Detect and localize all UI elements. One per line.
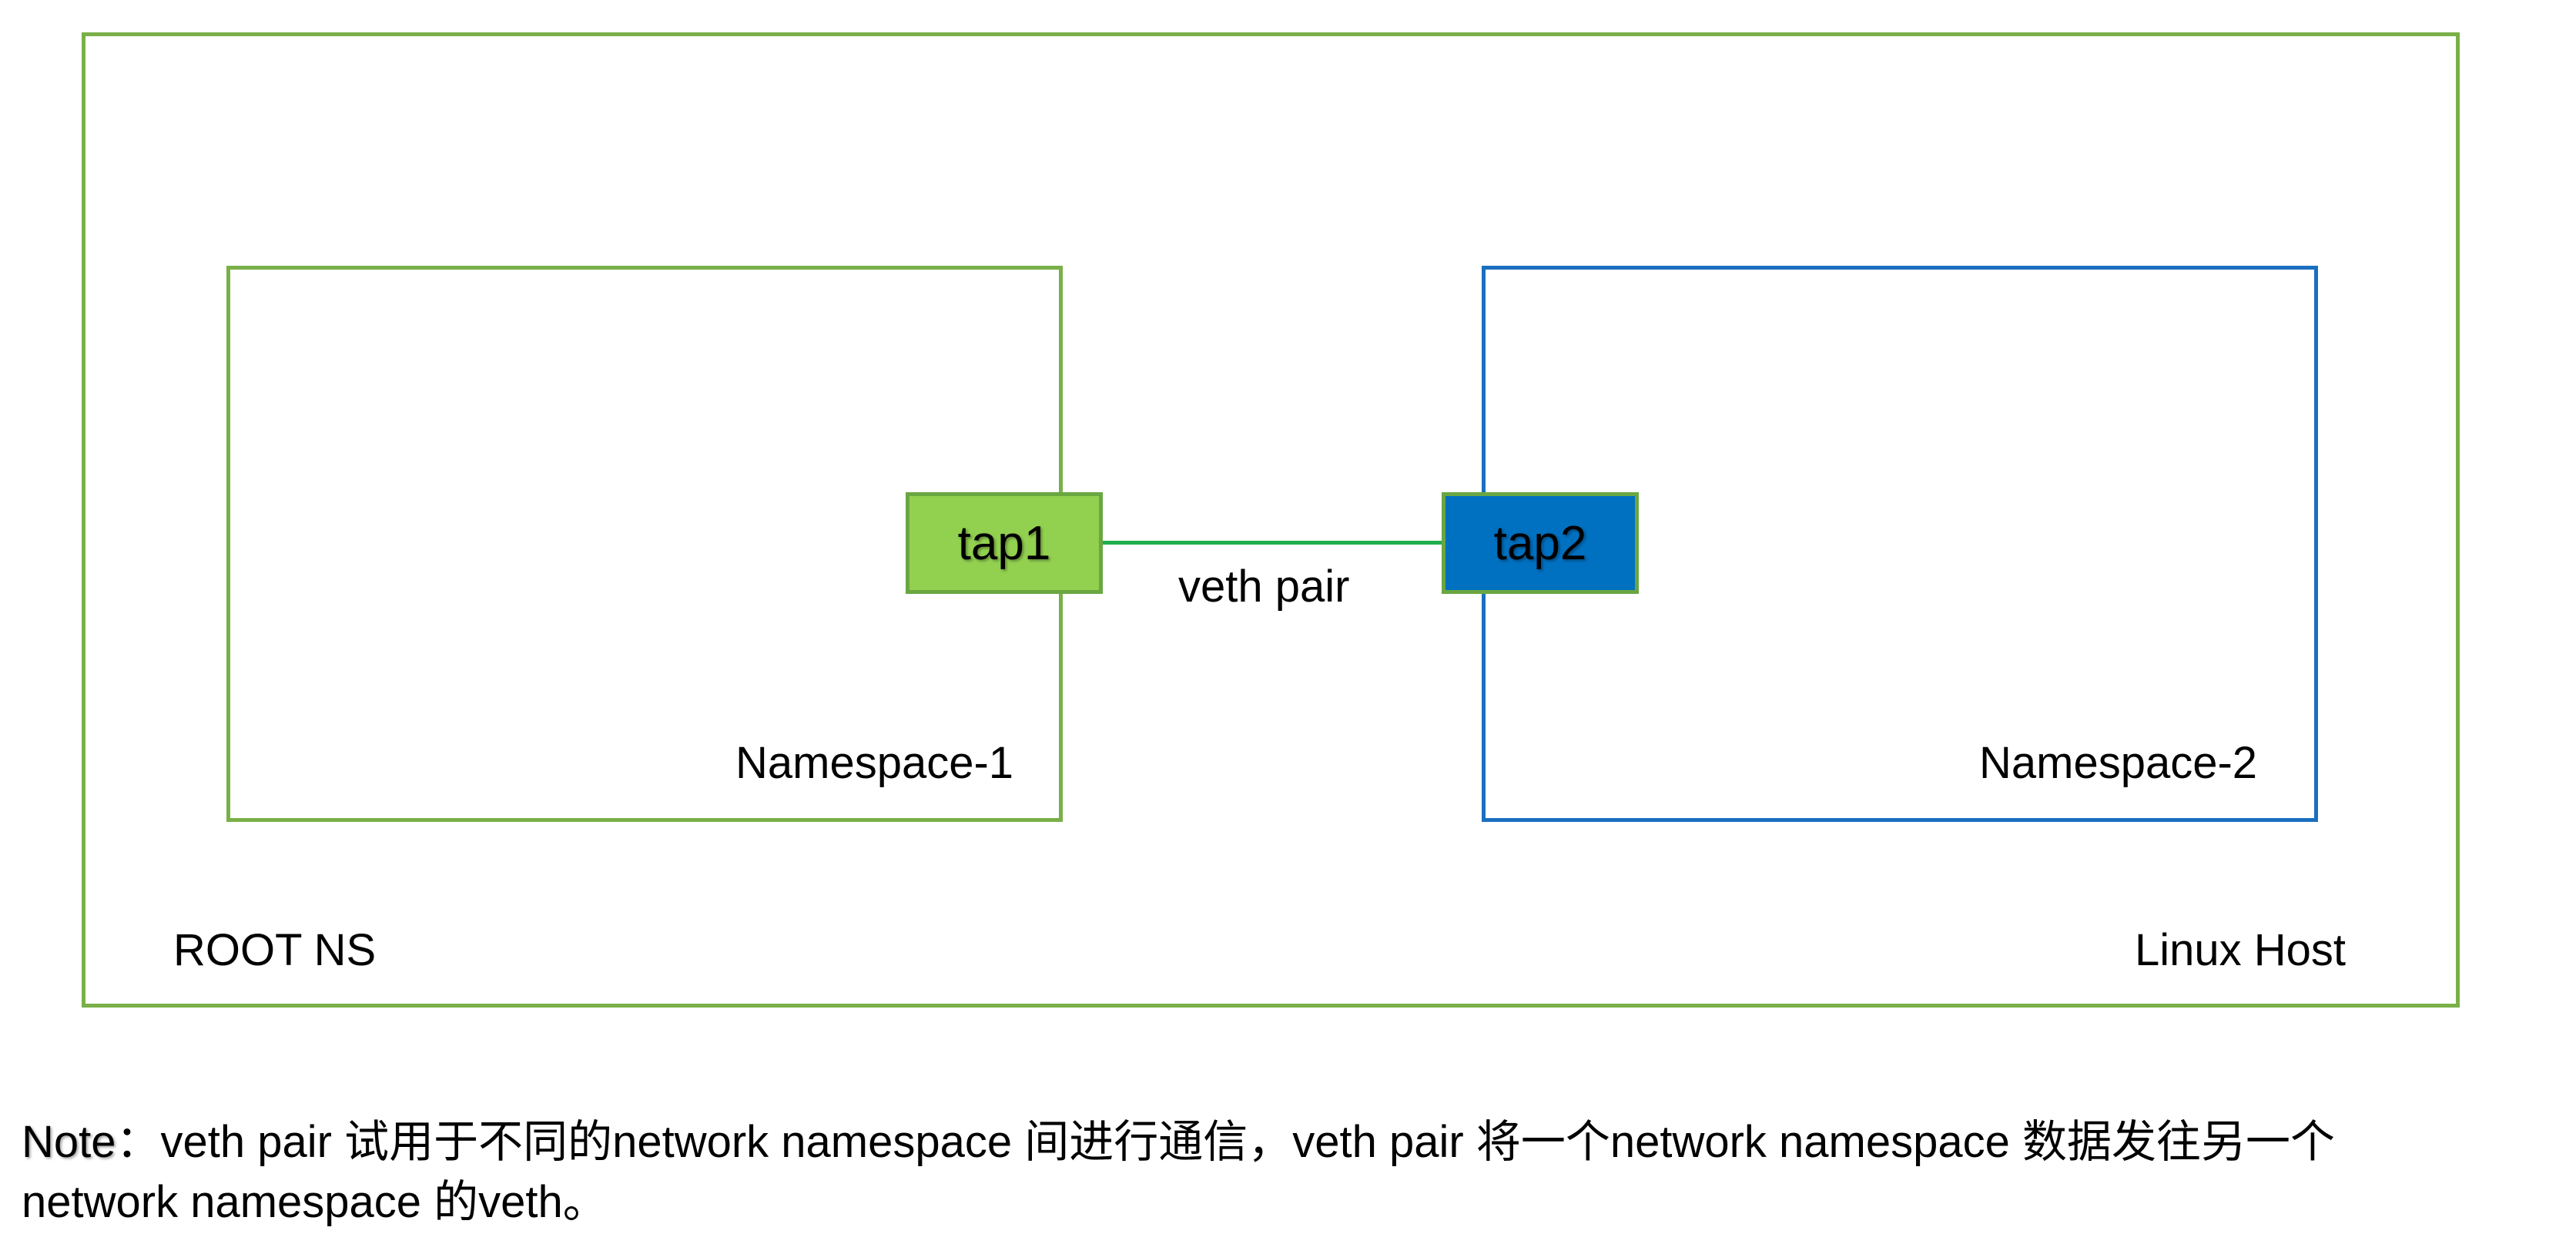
veth-pair-label: veth pair [1178, 562, 1350, 612]
tap1-interface: tap1 [906, 492, 1103, 594]
linux-host-label: Linux Host [2135, 925, 2347, 975]
note-line-1: Note：veth pair 试用于不同的network namespace 间… [22, 1112, 2563, 1172]
root-ns-label: ROOT NS [173, 925, 377, 975]
namespace-2-label: Namespace-2 [1979, 738, 2258, 788]
tap2-interface: tap2 [1442, 492, 1639, 594]
note-line-2: network namespace 的veth。 [22, 1177, 608, 1227]
note-line-1-text: ：veth pair 试用于不同的network namespace 间进行通信… [116, 1117, 2335, 1167]
note-prefix: Note [22, 1117, 116, 1167]
namespace-1-label: Namespace-1 [735, 738, 1014, 788]
note-text: Note：veth pair 试用于不同的network namespace 间… [22, 1112, 2563, 1232]
veth-pair-link [1103, 541, 1442, 545]
